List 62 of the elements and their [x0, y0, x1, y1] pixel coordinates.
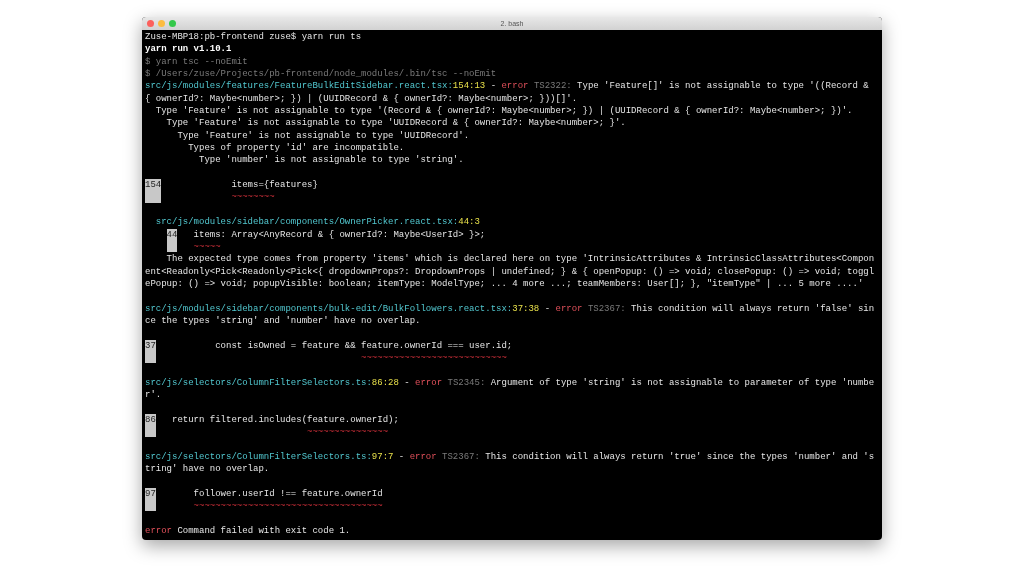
- source-code: items: Array<AnyRecord & { ownerId?: Maybe<UserId> }>;: [192, 228, 486, 241]
- output-text: { ownerId?: Maybe<number>; }) | (UUIDRecord & { ownerId?: Maybe<number>; }))[]'.: [145, 92, 578, 106]
- error-label: error: [501, 80, 529, 93]
- line-position: 154:13: [452, 80, 486, 93]
- output-text: Argument of type 'string' is not assignable to parameter of type 'numbe: [489, 376, 875, 389]
- output-text: -: [397, 450, 406, 464]
- output-text: tring' have no overlap.: [145, 463, 270, 476]
- output-text: The expected type comes from property 'items' which is declared here on type 'IntrinsicAttributes & IntrinsicClassAttributes<Compon: [165, 253, 875, 266]
- output-text: ce the types 'string' and 'number' have no overlap.: [145, 314, 421, 328]
- error-code: TS2367:: [441, 450, 480, 464]
- error-underline: ~~~~~~~~~~~~~~~~~~~~~~~~~~~~~~~~~~~: [192, 500, 383, 513]
- output-text: -: [403, 376, 411, 389]
- source-code: follower.userId !== feature.ownerId: [192, 487, 383, 501]
- error-label: error: [145, 524, 172, 538]
- line-position: 86:28: [371, 376, 399, 389]
- output-text: -: [489, 80, 498, 93]
- output-text: -: [543, 302, 552, 315]
- output-text: Type 'number' is not assignable to type 'string'.: [198, 154, 464, 167]
- line-position: 37:38: [512, 302, 540, 315]
- line-number: 44: [166, 228, 178, 253]
- source-code: items={features}: [230, 179, 318, 192]
- error-underline: ~~~~~~~~: [230, 191, 276, 204]
- error-label: error: [409, 450, 437, 464]
- line-number: 154: [145, 179, 162, 203]
- file-path: src/js/selectors/ColumnFilterSelectors.ts:: [145, 376, 372, 389]
- line-position: 44:3: [458, 216, 480, 229]
- line-number: 37: [145, 339, 156, 364]
- file-path: src/js/modules/features/FeatureBulkEditSidebar.react.tsx:: [145, 80, 453, 93]
- output-text: Type 'Feature[]' is not assignable to type '((Record &: [576, 80, 869, 93]
- error-code: TS2322:: [532, 80, 572, 93]
- command-text: $ /Users/zuse/Projects/pb-frontend/node_modules/.bin/tsc --noEmit: [145, 68, 497, 81]
- file-path: src/js/modules/sidebar/components/OwnerPicker.react.tsx:: [154, 216, 459, 229]
- close-button[interactable]: [147, 20, 154, 27]
- error-label: error: [415, 376, 443, 389]
- output-text: Zuse-MBP18:pb-frontend zuse$ yarn run ts: [145, 31, 362, 44]
- output-text: ePopup: () => void; popupVisible: boolean; itemType: ModelType; ... 4 more ...; teamMembers: User[]; }, "itemType" | ... 5 more ....': [145, 277, 864, 291]
- output-text: Type 'Feature' is not assignable to type 'UUIDRecord & { ownerId?: Maybe<number>; }'.: [165, 117, 626, 130]
- output-text: ent<Readonly<Pick<Readonly<Pick<{ dropdownProps?: DropdownProps | undefined; } & { openPopup: () => void; closePopup: () => void; toggl: [145, 265, 875, 278]
- source-code: const isOwned = feature && feature.ownerId === user.id;: [214, 339, 513, 352]
- line-number: 86: [145, 413, 156, 438]
- line-number: 97: [145, 487, 156, 512]
- error-underline: ~~~~~: [192, 240, 222, 254]
- error-underline: ~~~~~~~~~~~~~~~~~~~~~~~~~~~: [360, 351, 508, 365]
- error-underline: ~~~~~~~~~~~~~~~: [306, 426, 390, 439]
- error-label: error: [555, 302, 583, 315]
- output-text: Type 'Feature' is not assignable to type 'UUIDRecord'.: [176, 129, 470, 143]
- error-code: TS2367:: [586, 302, 626, 315]
- file-path: src/js/selectors/ColumnFilterSelectors.ts:: [145, 450, 372, 464]
- file-path: src/js/modules/sidebar/components/bulk-edit/BulkFollowers.react.tsx:: [145, 302, 513, 315]
- output-text: Types of property 'id' are incompatible.: [187, 142, 405, 155]
- command-text: $ yarn tsc --noEmit: [145, 55, 248, 69]
- error-code: TS2345:: [446, 376, 486, 389]
- source-code: return filtered.includes(feature.ownerId);: [171, 413, 399, 426]
- output-text: This condition will always return 'false' sin: [630, 302, 875, 315]
- zoom-button[interactable]: [169, 20, 176, 27]
- output-text: yarn run v1.10.1: [145, 43, 232, 56]
- line-position: 97:7: [371, 450, 394, 464]
- minimize-button[interactable]: [158, 20, 165, 27]
- output-text: This condition will always return 'true' since the types 'number' and 's: [484, 450, 875, 464]
- output-text: Type 'Feature' is not assignable to type '(Record & { ownerId?: Maybe<number>; }) | (UUIDRecord & { ownerId?: Maybe<number>; })'.: [154, 105, 853, 118]
- output-text: Command failed with exit code 1.: [176, 524, 351, 538]
- output-text: r'.: [145, 388, 162, 402]
